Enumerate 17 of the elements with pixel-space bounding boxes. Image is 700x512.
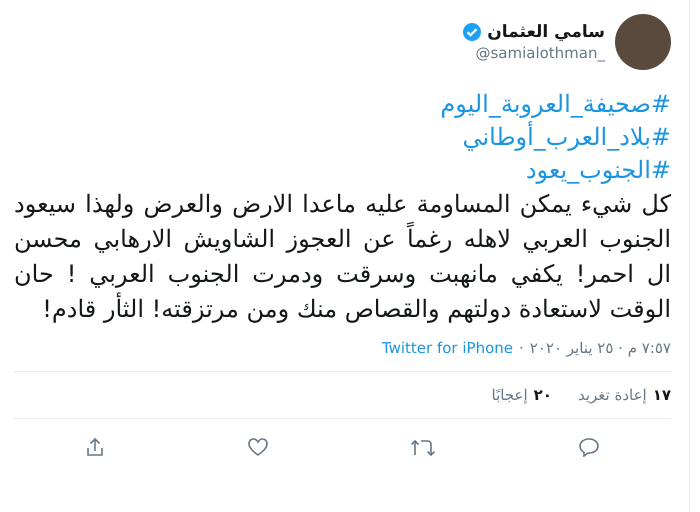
tweet-text: كل شيء يمكن المساومة عليه ماعدا الارض والعرض ولهذا سيعود الجنوب العربي لاهله رغماً عن العجوز الشاويش الارهابي محسن ال احمر! يكفي مانهبت وسرقت ودمرت الجنوب العربي ! حان الوقت لاستعادة دولتهم والقصاص منك ومن مرتزقته! الثأر قادم! [14, 189, 671, 325]
author-handle[interactable]: @samialothman_ [462, 44, 605, 62]
share-icon[interactable] [84, 437, 105, 457]
hashtag-link[interactable]: #بلاد_العرب_أوطاني [462, 121, 671, 154]
hashtag-link[interactable]: #صحيفة_العروبة_اليوم [440, 88, 671, 121]
source-link[interactable]: Twitter for iPhone [382, 339, 513, 357]
retweet-icon[interactable] [410, 437, 436, 457]
separator-dot: · [519, 339, 524, 357]
stat-label[interactable]: إعجابًا [492, 386, 528, 404]
stat-count[interactable]: ٢٠ [534, 386, 552, 404]
stat-count[interactable]: ١٧ [652, 386, 671, 404]
hashtag-link[interactable]: #الجنوب_يعود [526, 154, 671, 187]
reply-icon[interactable] [578, 437, 600, 457]
like-icon[interactable] [246, 437, 269, 457]
stat-label[interactable]: إعادة تغريد [578, 386, 647, 404]
tweet-timestamp[interactable]: ٧:٥٧ م · ٢٥ يناير ٢٠٢٠ [530, 339, 671, 357]
author-name[interactable]: سامي العثمان [487, 22, 605, 42]
